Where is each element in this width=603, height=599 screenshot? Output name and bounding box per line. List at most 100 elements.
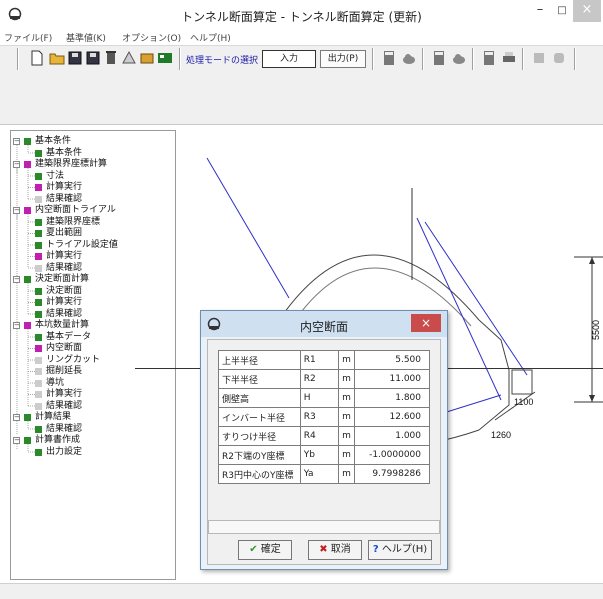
tree-leaf[interactable]: 計算実行 xyxy=(11,182,175,193)
menu-standard[interactable]: 基準値(K) xyxy=(66,31,106,44)
status-square-icon xyxy=(35,310,42,318)
tree-leaf[interactable]: 建築限界座標 xyxy=(11,217,175,228)
dimension-label-1100: 1100 xyxy=(514,397,533,407)
stop-2-icon[interactable] xyxy=(550,49,568,67)
tree-leaf[interactable]: トライアル設定値 xyxy=(11,240,175,251)
cancel-button[interactable]: ✖ 取消 xyxy=(308,540,362,560)
tree-leaf[interactable]: 計算実行 xyxy=(11,251,175,262)
status-square-icon xyxy=(24,414,31,421)
output-mode-button[interactable]: 出力(P) xyxy=(320,50,366,68)
confirm-button[interactable]: ✔ 確定 xyxy=(238,540,292,560)
collapse-icon[interactable]: − xyxy=(13,322,20,329)
print-icon[interactable] xyxy=(500,49,518,67)
parameter-unit: m xyxy=(338,369,355,389)
collapse-icon[interactable]: − xyxy=(13,414,20,421)
tree-leaf[interactable]: 決定断面 xyxy=(11,286,175,297)
parameter-value-input[interactable]: 9.7998286 xyxy=(353,464,431,484)
tree-leaf[interactable]: 導坑 xyxy=(11,378,175,389)
tree-leaf[interactable]: リングカット xyxy=(11,355,175,366)
tree-leaf[interactable]: 基本条件 xyxy=(11,148,175,159)
help-button[interactable]: ? ヘルプ(H) xyxy=(368,540,432,560)
tool-b-icon[interactable] xyxy=(138,49,156,67)
tree-node[interactable]: − 建築限界座標計算 xyxy=(11,159,175,170)
calc-icon[interactable] xyxy=(380,49,398,67)
status-square-icon xyxy=(35,253,42,260)
tree-leaf[interactable]: 寸法 xyxy=(11,171,175,182)
collapse-icon[interactable]: − xyxy=(13,138,20,145)
input-mode-button[interactable]: 入力 xyxy=(262,50,316,68)
maximize-button[interactable]: □ xyxy=(551,0,573,22)
parameter-row: R3円中心のY座標 Ya m 9.7998286 xyxy=(218,464,431,484)
status-square-icon xyxy=(35,172,42,180)
save-as-icon[interactable] xyxy=(84,49,102,67)
parameter-name: すりつけ半径 xyxy=(218,426,301,446)
tree-item-label: 決定断面 xyxy=(46,285,83,296)
cross-icon: ✖ xyxy=(319,544,328,555)
parameter-unit: m xyxy=(338,426,355,446)
tree-leaf[interactable]: 計算実行 xyxy=(11,297,175,308)
parameter-value-input[interactable]: 1.000 xyxy=(353,426,431,446)
close-button[interactable]: × xyxy=(573,0,601,22)
parameter-symbol: R2 xyxy=(299,369,340,389)
dialog-title-bar[interactable]: 内空断面 × xyxy=(201,311,447,337)
parameter-name: 下半半径 xyxy=(218,369,301,389)
dialog-close-button[interactable]: × xyxy=(411,314,441,332)
tree-leaf[interactable]: 基本データ xyxy=(11,332,175,343)
parameter-row: 側壁高 Hm 1.800 xyxy=(218,388,431,408)
tree-node[interactable]: − 本坑数量計算 xyxy=(11,320,175,331)
cloud-icon[interactable] xyxy=(400,49,418,67)
tree-leaf[interactable]: 結果確認 xyxy=(11,401,175,412)
stop-icon[interactable] xyxy=(530,49,548,67)
tree-leaf[interactable]: 結果確認 xyxy=(11,309,175,320)
tree-node[interactable]: − 決定断面計算 xyxy=(11,274,175,285)
status-square-icon xyxy=(35,218,42,226)
tree-node[interactable]: − 計算書作成 xyxy=(11,435,175,446)
collapse-icon[interactable]: − xyxy=(13,437,20,444)
parameter-value-input[interactable]: -1.0000000 xyxy=(353,445,431,465)
save-icon[interactable] xyxy=(66,49,84,67)
collapse-icon[interactable]: − xyxy=(13,207,20,214)
parameter-unit: m xyxy=(338,407,355,427)
title-bar: トンネル断面算定 - トンネル断面算定 (更新) – □ × xyxy=(0,0,603,30)
status-square-icon xyxy=(35,230,42,237)
parameter-value-input[interactable]: 12.600 xyxy=(353,407,431,427)
tree-node[interactable]: − 内空断面トライアル xyxy=(11,205,175,216)
toolbar-separator xyxy=(574,48,576,70)
new-file-icon[interactable] xyxy=(28,49,46,67)
tree-node[interactable]: − 基本条件 xyxy=(11,136,175,147)
parameter-value-input[interactable]: 1.800 xyxy=(353,388,431,408)
tree-leaf[interactable]: 夏出範囲 xyxy=(11,228,175,239)
toolbar-separator xyxy=(179,48,181,70)
menu-file[interactable]: ファイル(F) xyxy=(4,31,52,44)
menu-options[interactable]: オプション(O) xyxy=(122,31,181,44)
tree-leaf[interactable]: 内空断面 xyxy=(11,343,175,354)
dimension-arrow-bottom xyxy=(589,395,595,402)
tree-leaf[interactable]: 結果確認 xyxy=(11,194,175,205)
tree-leaf[interactable]: 計算実行 xyxy=(11,389,175,400)
minimize-button[interactable]: – xyxy=(529,0,551,22)
parameter-value-input[interactable]: 11.000 xyxy=(353,369,431,389)
toolbar-separator xyxy=(372,48,374,70)
collapse-icon[interactable]: − xyxy=(13,161,20,168)
parameter-row: 下半半径 R2 m 11.000 xyxy=(218,369,431,389)
tree-item-label: 基本条件 xyxy=(35,136,72,146)
calc-3-icon[interactable] xyxy=(480,49,498,67)
tree-item-label: 計算実行 xyxy=(46,182,83,192)
parameter-value-input[interactable]: 5.500 xyxy=(353,350,431,370)
calc-2-icon[interactable] xyxy=(430,49,448,67)
confirm-label: 確定 xyxy=(260,544,281,555)
dialog-message-field xyxy=(208,520,440,534)
tree-node[interactable]: − 計算結果 xyxy=(11,412,175,423)
open-folder-icon[interactable] xyxy=(48,49,66,67)
tool-c-icon[interactable] xyxy=(156,49,174,67)
delete-icon[interactable] xyxy=(102,49,120,67)
menu-help[interactable]: ヘルプ(H) xyxy=(190,31,231,44)
collapse-icon[interactable]: − xyxy=(13,276,20,283)
tree-item-label: 基本条件 xyxy=(46,147,83,158)
tree-leaf[interactable]: 結果確認 xyxy=(11,424,175,435)
tool-a-icon[interactable] xyxy=(120,49,138,67)
tree-leaf[interactable]: 出力設定 xyxy=(11,447,175,458)
tree-leaf[interactable]: 結果確認 xyxy=(11,263,175,274)
cloud-2-icon[interactable] xyxy=(450,49,468,67)
tree-item-label: 建築限界座標 xyxy=(46,216,101,227)
